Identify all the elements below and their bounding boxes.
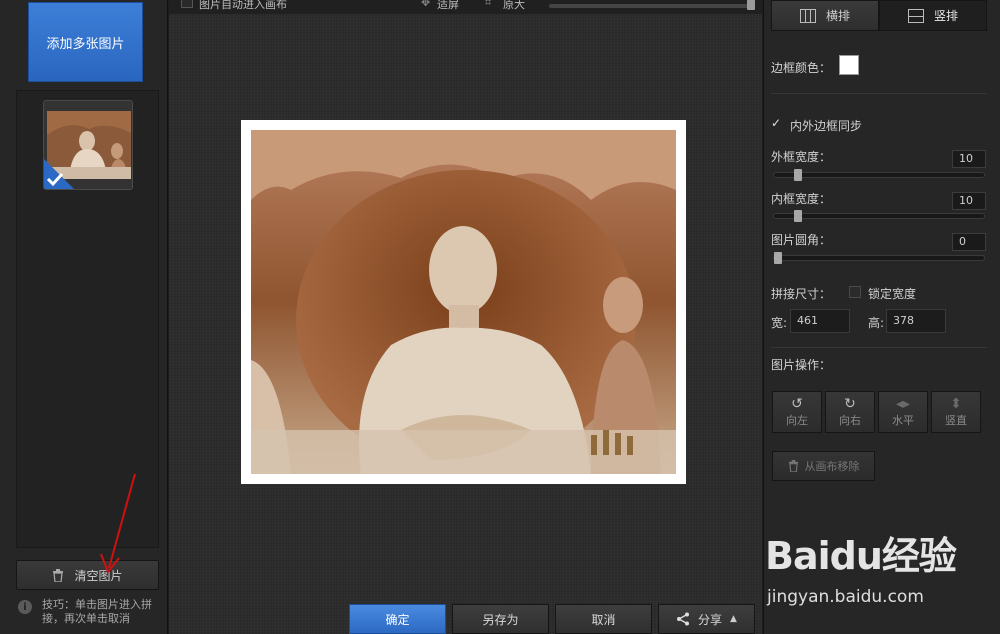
canvas-photo bbox=[251, 130, 676, 474]
width-label: 宽: bbox=[771, 316, 788, 330]
columns-icon bbox=[799, 8, 816, 23]
image-ops-label: 图片操作： bbox=[771, 358, 832, 372]
red-arrow-annotation bbox=[100, 473, 136, 574]
trash-icon bbox=[53, 568, 64, 582]
inner-width-input[interactable]: 10 bbox=[952, 192, 986, 210]
share-icon bbox=[677, 612, 690, 626]
left-panel: 添加多张图片 清空图片 i 技巧：单击图片进入拼接，再次单击取消 bbox=[0, 0, 168, 634]
confirm-button[interactable]: 确定 bbox=[349, 604, 446, 634]
rotate-left-icon: ↺ bbox=[791, 396, 803, 412]
outer-width-label: 外框宽度： bbox=[771, 150, 832, 164]
flip-horizontal-icon: ◂▸ bbox=[895, 396, 911, 412]
canvas-toolbar: 图片自动进入画布 ✥ 适屏 ⌗ 原大 bbox=[169, 0, 762, 14]
rotate-right-icon: ↻ bbox=[844, 396, 856, 412]
chevron-up-icon: ▲ bbox=[730, 614, 737, 624]
flip-vertical-label: 竖直 bbox=[945, 414, 967, 427]
tab-vertical-label: 竖排 bbox=[933, 9, 958, 23]
divider bbox=[771, 347, 987, 348]
inner-width-label: 内框宽度： bbox=[771, 192, 832, 206]
selected-check-icon bbox=[44, 159, 74, 189]
fit-screen-button[interactable]: 适屏 bbox=[437, 0, 459, 12]
lock-width-checkbox[interactable] bbox=[849, 286, 861, 298]
tab-horizontal[interactable]: 横排 bbox=[771, 0, 879, 31]
fit-screen-icon[interactable]: ✥ bbox=[421, 0, 430, 9]
original-size-button[interactable]: 原大 bbox=[503, 0, 525, 12]
zoom-slider-handle[interactable] bbox=[747, 0, 755, 10]
auto-canvas-checkbox[interactable] bbox=[181, 0, 193, 8]
sync-borders-checkbox[interactable]: ✓ bbox=[771, 117, 783, 129]
flip-vertical-icon: ⬍ bbox=[950, 396, 962, 412]
corner-radius-input[interactable]: 0 bbox=[952, 233, 986, 251]
outer-width-slider[interactable] bbox=[773, 169, 985, 181]
trash-icon bbox=[788, 460, 798, 472]
outer-width-input[interactable]: 10 bbox=[952, 150, 986, 168]
rotate-left-label: 向左 bbox=[786, 414, 808, 427]
divider bbox=[771, 93, 987, 94]
add-multiple-images-button[interactable]: 添加多张图片 bbox=[28, 2, 143, 82]
stitch-size-label: 拼接尺寸： bbox=[771, 287, 832, 301]
action-bar: 确定 另存为 取消 分享 ▲ bbox=[169, 604, 762, 634]
height-input[interactable]: 378 bbox=[886, 309, 946, 333]
flip-horizontal-button[interactable]: ◂▸ 水平 bbox=[878, 391, 928, 433]
border-color-label: 边框颜色： bbox=[771, 61, 832, 75]
inner-width-slider-handle[interactable] bbox=[794, 210, 802, 222]
corner-radius-slider[interactable] bbox=[773, 252, 985, 264]
share-label: 分享 bbox=[698, 612, 723, 627]
auto-canvas-label: 图片自动进入画布 bbox=[199, 0, 287, 11]
height-label: 高: bbox=[868, 316, 885, 330]
sync-borders-label: 内外边框同步 bbox=[790, 119, 863, 133]
rotate-left-button[interactable]: ↺ 向左 bbox=[772, 391, 822, 433]
rotate-right-label: 向右 bbox=[839, 414, 861, 427]
zoom-slider-track[interactable] bbox=[549, 4, 755, 8]
tab-horizontal-label: 横排 bbox=[825, 9, 850, 23]
tip-text: 技巧：单击图片进入拼接，再次单击取消 bbox=[42, 598, 152, 625]
original-size-icon[interactable]: ⌗ bbox=[485, 0, 491, 10]
remove-from-canvas-button[interactable]: 从画布移除 bbox=[772, 451, 875, 481]
tab-vertical[interactable]: 竖排 bbox=[879, 0, 987, 31]
flip-vertical-button[interactable]: ⬍ 竖直 bbox=[931, 391, 981, 433]
border-color-swatch[interactable] bbox=[839, 55, 859, 75]
width-input[interactable]: 461 bbox=[790, 309, 850, 333]
rows-icon bbox=[907, 8, 924, 23]
rotate-right-button[interactable]: ↻ 向右 bbox=[825, 391, 875, 433]
flip-horizontal-label: 水平 bbox=[892, 414, 914, 427]
info-icon: i bbox=[18, 600, 32, 614]
remove-from-canvas-label: 从画布移除 bbox=[804, 460, 860, 473]
save-as-button[interactable]: 另存为 bbox=[452, 604, 549, 634]
canvas-area: 图片自动进入画布 ✥ 适屏 ⌗ 原大 确定 另存为 取消 分享 ▲ bbox=[169, 0, 762, 634]
cancel-button[interactable]: 取消 bbox=[555, 604, 652, 634]
corner-radius-label: 图片圆角： bbox=[771, 233, 832, 247]
share-button[interactable]: 分享 ▲ bbox=[658, 604, 755, 634]
outer-width-slider-handle[interactable] bbox=[794, 169, 802, 181]
right-panel: 横排 竖排 边框颜色： ✓ 内外边框同步 外框宽度： 10 内框宽度： 10 图… bbox=[763, 0, 1000, 634]
inner-width-slider[interactable] bbox=[773, 210, 985, 222]
corner-radius-slider-handle[interactable] bbox=[774, 252, 782, 264]
canvas-photo-frame[interactable] bbox=[241, 120, 686, 484]
lock-width-label: 锁定宽度 bbox=[868, 287, 917, 301]
image-thumbnail[interactable] bbox=[43, 100, 133, 190]
